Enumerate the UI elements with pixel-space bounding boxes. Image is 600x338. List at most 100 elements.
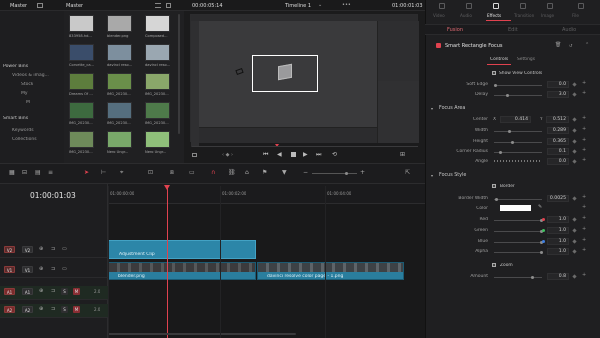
power-bin-item[interactable]: Videos & imag... [12, 73, 49, 78]
media-clip-name[interactable]: blender.png [107, 34, 134, 38]
tab-audio[interactable]: Audio [460, 13, 472, 18]
media-clip-name[interactable]: davinci reso... [107, 63, 134, 67]
flag-icon[interactable]: ⚑ [262, 169, 267, 176]
tab-audio-icon[interactable] [466, 3, 472, 9]
media-clip-thumbnail[interactable] [107, 102, 132, 119]
tab-transition-icon[interactable] [520, 3, 526, 9]
alpha-slider-handle[interactable] [540, 251, 543, 254]
soft-edge-add-icon[interactable]: + [582, 80, 586, 86]
soft-edge-field[interactable]: 0.0 [547, 81, 569, 88]
media-clip-name[interactable]: Composed... [145, 34, 172, 38]
zoom-in-icon[interactable]: + [360, 169, 365, 176]
overwrite-icon[interactable]: ⧈ [170, 169, 174, 177]
center-y-field[interactable]: 0.512 [546, 116, 569, 123]
position-lock-icon[interactable]: ⌂ [245, 169, 249, 176]
focus-area-chevron-icon[interactable]: ▾ [431, 106, 433, 111]
replace-icon[interactable]: ▭ [189, 169, 195, 176]
media-clip-name[interactable]: Corvette_ca... [69, 63, 96, 67]
media-clip-name[interactable]: IMG_20230... [107, 92, 134, 96]
link-icon[interactable]: ⛓ [228, 169, 236, 176]
media-clip-thumbnail[interactable] [145, 15, 170, 32]
timeline-name[interactable]: Timeline 1 [285, 3, 311, 9]
media-clip-thumbnail[interactable] [107, 131, 132, 148]
effect-enable-toggle[interactable] [436, 43, 441, 48]
sub-tab-fusion[interactable]: Fusion [447, 27, 463, 33]
track-a2-target[interactable]: A2 [4, 306, 15, 313]
media-clip-name[interactable]: IMG_20230... [145, 121, 172, 125]
height-add-icon[interactable]: + [582, 137, 586, 143]
zoom-slider-handle[interactable] [345, 172, 348, 175]
width-field[interactable]: 0.289 [547, 127, 569, 134]
angle-dial[interactable] [494, 160, 542, 162]
track-visibility-icon[interactable]: ▭ [62, 266, 67, 272]
loop-icon[interactable]: ⟲ [332, 151, 337, 158]
media-clip-name[interactable]: IMG_20230... [69, 150, 96, 154]
zoom-slider[interactable] [312, 173, 357, 174]
panel-tab-settings[interactable]: Settings [517, 57, 535, 62]
green-field[interactable]: 1.0 [547, 227, 569, 234]
media-clip-thumbnail[interactable] [107, 73, 132, 90]
center-x-field[interactable]: 0.414 [500, 116, 531, 123]
show-view-controls-checkbox[interactable] [492, 71, 496, 75]
tab-video-icon[interactable] [439, 3, 445, 9]
playhead-line[interactable] [167, 185, 168, 338]
width-slider-handle[interactable] [507, 130, 511, 133]
alpha-slider[interactable] [494, 252, 542, 253]
zoom-out-icon[interactable]: − [303, 169, 308, 176]
full-extent-icon[interactable]: ⇱ [405, 169, 410, 176]
green-slider[interactable] [494, 231, 542, 232]
red-slider[interactable] [494, 220, 542, 221]
green-add-icon[interactable]: + [582, 226, 586, 232]
media-clip-thumbnail[interactable] [145, 102, 170, 119]
tab-image-icon[interactable] [547, 3, 553, 9]
timeline-ruler[interactable] [108, 184, 425, 204]
focus-rectangle[interactable] [252, 55, 318, 92]
auto-select-icon[interactable]: ⊐ [51, 266, 55, 272]
track-lock-icon[interactable]: ⊕ [39, 266, 43, 272]
corner-radius-slider-handle[interactable] [498, 151, 502, 154]
delay-slider[interactable] [494, 95, 542, 96]
media-clip-name[interactable]: davinci reso... [145, 63, 172, 67]
stop-icon[interactable] [291, 152, 296, 157]
viewer-options-icon[interactable]: ••• [342, 2, 351, 8]
adjustment-clip[interactable]: Adjustment Clip [108, 240, 256, 259]
timeline-scrollbar[interactable] [108, 333, 296, 335]
media-clip-name[interactable]: 833958.hd... [69, 34, 96, 38]
red-field[interactable]: 1.0 [547, 216, 569, 223]
border-checkbox[interactable] [492, 184, 496, 188]
soft-edge-slider-handle[interactable] [494, 84, 497, 87]
sub-tab-edit[interactable]: Edit [508, 27, 518, 33]
amount-slider-handle[interactable] [530, 276, 534, 279]
goto-end-icon[interactable]: ⏭ [316, 151, 321, 159]
track-v2-target[interactable]: V2 [4, 246, 15, 253]
view-options-icon[interactable] [155, 3, 161, 8]
auto-select-icon[interactable]: ⊐ [51, 288, 55, 294]
track-lock-icon[interactable]: ⊕ [39, 246, 43, 252]
track-a1-target[interactable]: A1 [4, 288, 15, 295]
width-slider[interactable] [494, 131, 542, 132]
smart-bin-item[interactable]: Keywords [12, 128, 34, 133]
media-clip-thumbnail[interactable] [107, 44, 132, 61]
solo-button[interactable]: S [61, 306, 68, 313]
zoom-checkbox[interactable] [492, 263, 496, 267]
play-icon[interactable]: ▶ [303, 151, 308, 158]
delete-effect-icon[interactable]: 🗑 [555, 42, 561, 48]
media-clip-thumbnail[interactable] [69, 102, 94, 119]
snapping-icon[interactable]: ∩ [211, 169, 215, 176]
corner-radius-field[interactable]: 0.1 [547, 148, 569, 155]
height-slider[interactable] [494, 142, 542, 143]
trim-icon[interactable]: ⊢ [101, 169, 106, 176]
media-clip-name[interactable]: Nero Ungr... [145, 150, 172, 154]
delay-slider-handle[interactable] [505, 94, 509, 97]
center-add-icon[interactable]: + [582, 115, 586, 121]
blue-add-icon[interactable]: + [582, 237, 586, 243]
corner-radius-add-icon[interactable]: + [582, 147, 586, 153]
split-icon[interactable]: ⊟ [22, 169, 27, 176]
width-add-icon[interactable]: + [582, 126, 586, 132]
amount-add-icon[interactable]: + [582, 272, 586, 278]
media-clip-name[interactable]: IMG_20230... [145, 92, 172, 96]
sub-tab-audio[interactable]: Audio [562, 27, 576, 33]
media-clip-name[interactable]: IMG_20230... [107, 121, 134, 125]
solo-button[interactable]: S [61, 288, 68, 295]
v1-clip-blender[interactable]: blender.png [108, 262, 256, 280]
